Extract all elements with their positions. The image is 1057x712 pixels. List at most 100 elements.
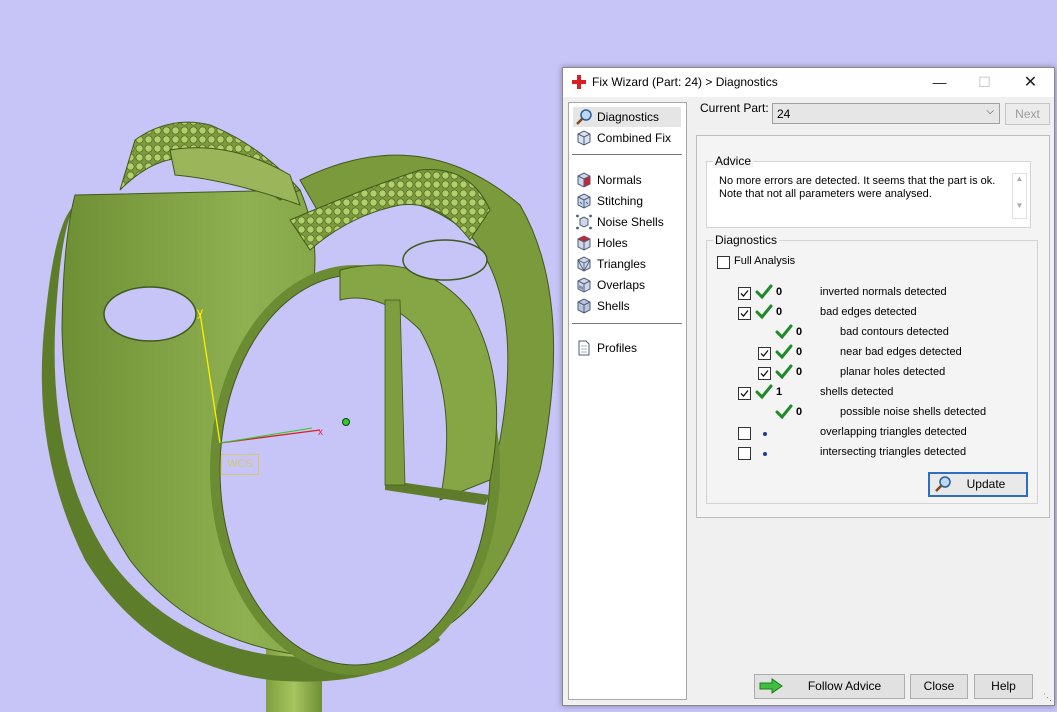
- overlaps-cube-icon: [577, 277, 591, 293]
- next-button[interactable]: Next: [1005, 103, 1050, 125]
- triangles-cube-icon: [577, 256, 591, 272]
- nav-item-shells[interactable]: Shells: [573, 296, 681, 316]
- nav-item-holes[interactable]: Holes: [573, 233, 681, 253]
- cube-icon: [577, 130, 591, 146]
- y-axis-label: y: [197, 305, 203, 319]
- fix-wizard-dialog: Fix Wizard (Part: 24) > Diagnostics — ☐ …: [562, 67, 1055, 706]
- overlapping-triangles-checkbox[interactable]: [738, 427, 751, 440]
- update-button-label: Update: [966, 477, 1006, 491]
- green-arrow-icon: [759, 678, 783, 694]
- scroll-up-icon[interactable]: ▲: [1013, 174, 1026, 183]
- full-analysis-label: Full Analysis: [734, 255, 796, 267]
- advice-group-title: Advice: [713, 154, 754, 168]
- nav-item-label: Triangles: [597, 257, 646, 271]
- pending-dot-icon: [763, 452, 767, 456]
- row-value: 0: [776, 306, 783, 318]
- near-bad-edges-checkbox[interactable]: [758, 347, 771, 360]
- nav-item-normals[interactable]: Normals: [573, 170, 681, 190]
- red-cross-icon: [572, 75, 586, 89]
- planar-holes-checkbox[interactable]: [758, 367, 771, 380]
- follow-advice-label: Follow Advice: [807, 679, 882, 693]
- nav-item-label: Shells: [597, 299, 630, 313]
- update-button[interactable]: Update: [928, 472, 1028, 497]
- nav-item-noise-shells[interactable]: Noise Shells: [573, 212, 681, 232]
- shells-checkbox[interactable]: [738, 387, 751, 400]
- row-value: 0: [796, 326, 803, 338]
- row-label: overlapping triangles detected: [820, 426, 967, 438]
- nav-item-overlaps[interactable]: Overlaps: [573, 275, 681, 295]
- checkmark-icon: [760, 350, 769, 357]
- minimize-button[interactable]: —: [917, 68, 962, 97]
- close-window-button[interactable]: ✕: [1008, 68, 1053, 97]
- row-label: planar holes detected: [840, 366, 946, 378]
- chevron-down-icon: ⌵: [986, 106, 994, 117]
- row-label: inverted normals detected: [820, 286, 947, 298]
- ok-check-icon: [755, 384, 773, 400]
- nav-item-label: Profiles: [597, 341, 638, 355]
- row-label: intersecting triangles detected: [820, 446, 967, 458]
- wizard-nav-panel: Diagnostics Combined Fix Normals Stitchi…: [568, 102, 687, 700]
- document-icon: [578, 340, 590, 356]
- ok-check-icon: [775, 364, 793, 380]
- ok-check-icon: [755, 304, 773, 320]
- row-value: 0: [796, 406, 803, 418]
- diagnostics-group: Full Analysis 0 inverted normals detecte…: [706, 240, 1038, 504]
- nav-item-label: Noise Shells: [597, 215, 664, 229]
- row-label: bad contours detected: [840, 326, 949, 338]
- nav-separator: [572, 323, 682, 324]
- row-value: 0: [796, 346, 803, 358]
- row-label: bad edges detected: [820, 306, 917, 318]
- row-value: 0: [776, 286, 783, 298]
- close-button[interactable]: Close: [910, 674, 968, 699]
- normals-cube-icon: [577, 172, 591, 188]
- nav-item-profiles[interactable]: Profiles: [573, 338, 681, 358]
- nav-item-label: Stitching: [597, 194, 644, 208]
- noise-shells-icon: [576, 214, 592, 230]
- nav-item-label: Diagnostics: [597, 110, 660, 124]
- nav-item-diagnostics[interactable]: Diagnostics: [573, 107, 681, 127]
- advice-group: No more errors are detected. It seems th…: [706, 161, 1031, 228]
- inverted-normals-checkbox[interactable]: [738, 287, 751, 300]
- nav-item-label: Combined Fix: [597, 131, 672, 145]
- current-part-select[interactable]: 24 ⌵: [772, 103, 1000, 124]
- resize-grip-icon[interactable]: ⋱: [1043, 692, 1052, 703]
- nav-item-label: Normals: [597, 173, 642, 187]
- holes-cube-icon: [577, 235, 591, 251]
- maximize-button[interactable]: ☐: [962, 68, 1007, 97]
- checkmark-icon: [740, 290, 749, 297]
- row-value: 0: [796, 366, 803, 378]
- follow-advice-button[interactable]: Follow Advice: [754, 674, 905, 699]
- current-part-value: 24: [777, 107, 791, 121]
- row-value: 1: [776, 386, 783, 398]
- nav-item-label: Holes: [597, 236, 628, 250]
- row-label: shells detected: [820, 386, 894, 398]
- nav-item-label: Overlaps: [597, 278, 646, 292]
- bad-edges-checkbox[interactable]: [738, 307, 751, 320]
- x-axis-label: x: [318, 427, 323, 438]
- window-title: Fix Wizard (Part: 24) > Diagnostics: [592, 75, 778, 89]
- ok-check-icon: [775, 404, 793, 420]
- ok-check-icon: [775, 324, 793, 340]
- stitching-cube-icon: [577, 193, 591, 209]
- checkmark-icon: [760, 370, 769, 377]
- nav-separator: [572, 154, 682, 155]
- ok-check-icon: [775, 344, 793, 360]
- nav-item-combined-fix[interactable]: Combined Fix: [573, 128, 681, 148]
- magnifier-icon: [576, 109, 592, 125]
- advice-scrollbar[interactable]: ▲ ▼: [1012, 173, 1027, 219]
- nav-item-stitching[interactable]: Stitching: [573, 191, 681, 211]
- shells-cube-icon: [577, 298, 591, 314]
- title-bar[interactable]: Fix Wizard (Part: 24) > Diagnostics — ☐ …: [563, 68, 1054, 97]
- current-part-label: Current Part:: [700, 101, 769, 115]
- scroll-down-icon[interactable]: ▼: [1013, 201, 1026, 210]
- pending-dot-icon: [763, 432, 767, 436]
- row-label: near bad edges detected: [840, 346, 962, 358]
- checkmark-icon: [740, 310, 749, 317]
- checkmark-icon: [740, 390, 749, 397]
- nav-item-triangles[interactable]: Triangles: [573, 254, 681, 274]
- diagnostics-group-title: Diagnostics: [713, 233, 780, 247]
- help-button[interactable]: Help: [974, 674, 1033, 699]
- intersecting-triangles-checkbox[interactable]: [738, 447, 751, 460]
- diagnostics-content: No more errors are detected. It seems th…: [696, 135, 1050, 518]
- checkbox-box[interactable]: [717, 256, 730, 269]
